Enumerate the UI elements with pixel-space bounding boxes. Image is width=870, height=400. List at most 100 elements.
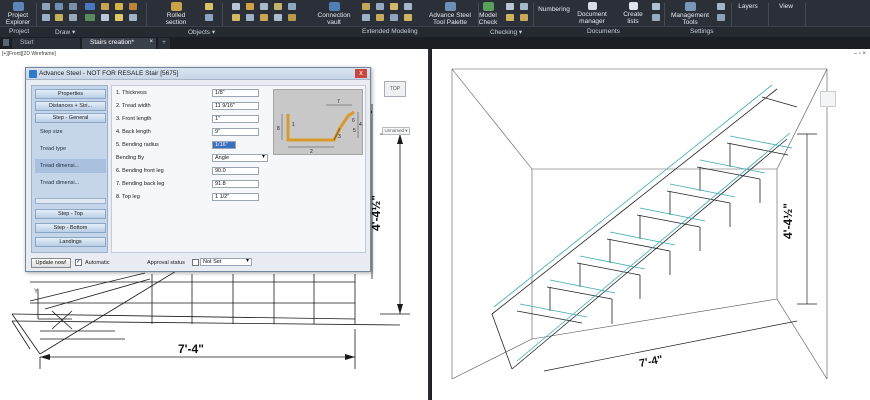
diagram-label-1: 1 <box>292 122 295 128</box>
model-check-button[interactable]: Model Check <box>477 2 499 26</box>
nav-tread-type[interactable]: Tread type <box>35 142 106 156</box>
contour-icon[interactable] <box>260 3 268 10</box>
dimension-icon[interactable] <box>274 14 282 21</box>
hole-icon[interactable] <box>232 14 240 21</box>
panel-label-draw[interactable]: Draw ▾ <box>55 28 75 36</box>
automatic-checkbox[interactable]: ✓ <box>75 259 82 266</box>
bending-by-select[interactable]: Angle <box>212 154 268 162</box>
bending-back-leg-input[interactable]: 91.8 <box>212 180 259 188</box>
spiral-stair-icon[interactable] <box>404 14 412 21</box>
truss-icon[interactable] <box>404 3 412 10</box>
settings-icon[interactable] <box>717 3 725 10</box>
numbering-button[interactable]: Numbering <box>537 6 571 13</box>
close-icon[interactable]: x <box>355 69 367 78</box>
hatch-icon[interactable] <box>55 14 63 21</box>
viewport-window-controls[interactable]: – ▫ × <box>854 51 866 57</box>
tool-palette-button[interactable]: Advance Steel Tool Palette <box>424 2 476 26</box>
tread-width-input[interactable]: 11 9/16" <box>212 102 259 110</box>
defaults-icon[interactable] <box>717 14 725 21</box>
polyline-icon[interactable] <box>55 3 63 10</box>
document-manager-button[interactable]: Document manager <box>575 2 609 25</box>
document-tab-bar: Start Stairs creation* × + <box>0 37 870 49</box>
weld-icon[interactable] <box>115 14 123 21</box>
new-tab-button[interactable]: + <box>158 38 170 49</box>
ucs-icon[interactable] <box>85 3 95 10</box>
bolt-icon[interactable] <box>101 14 109 21</box>
back-length-input[interactable]: 9" <box>212 128 259 136</box>
tab-stairs-creation[interactable]: Stairs creation* × <box>82 38 156 49</box>
connection-icon[interactable] <box>288 14 296 21</box>
anchor-icon[interactable] <box>260 14 268 21</box>
grid-icon[interactable] <box>85 14 95 21</box>
audit-icon[interactable] <box>506 14 514 21</box>
connection-vault-button[interactable]: Connection vault <box>312 2 356 26</box>
arc-icon[interactable] <box>69 3 77 10</box>
panel-label-objects[interactable]: Objects ▾ <box>188 28 215 36</box>
tab-close-icon[interactable]: × <box>149 39 153 45</box>
viewcube-3d-icon[interactable] <box>820 91 836 107</box>
stair-icon[interactable] <box>362 3 370 10</box>
nav-step-general[interactable]: Step - General <box>35 113 106 123</box>
search-icon[interactable] <box>520 3 528 10</box>
left-height-dimension[interactable]: 4'-4½" <box>369 195 383 231</box>
bending-radius-input[interactable]: 1/16" <box>212 141 236 149</box>
nav-distances[interactable]: Distances + Stri... <box>35 101 106 111</box>
tab-start[interactable]: Start <box>12 38 80 49</box>
bracing-icon[interactable] <box>376 14 384 21</box>
tab-menu-icon[interactable] <box>3 39 9 46</box>
dialog-title-bar[interactable]: Advance Steel - NOT FOR RESALE Stair [56… <box>26 68 370 80</box>
grating-icon[interactable] <box>129 14 137 21</box>
plate-icon[interactable] <box>129 3 137 10</box>
field-label-tread-width: 2. Tread width <box>116 103 151 109</box>
nav-properties[interactable]: Properties <box>35 89 106 99</box>
nav-scrollbar[interactable] <box>35 198 106 204</box>
view-button[interactable]: View <box>775 3 797 10</box>
beam-icon[interactable] <box>101 3 109 10</box>
update-now-button[interactable]: Update now! <box>31 258 71 268</box>
miter-icon[interactable] <box>246 3 254 10</box>
approval-status-select[interactable]: Not Set <box>200 258 252 266</box>
nav-step-top[interactable]: Step - Top <box>35 209 106 219</box>
frame-icon[interactable] <box>362 14 370 21</box>
layers-button[interactable]: Layers <box>737 3 759 10</box>
viewport-title[interactable]: [+][Front][2D Wireframe] <box>2 51 56 57</box>
create-lists-button[interactable]: Create lists <box>621 2 645 25</box>
clash-check-icon[interactable] <box>506 3 514 10</box>
panel-label-checking[interactable]: Checking ▾ <box>490 28 522 36</box>
circle-icon[interactable] <box>42 14 50 21</box>
special-part-icon[interactable] <box>205 14 213 21</box>
marker-icon[interactable] <box>520 14 528 21</box>
drawing-process-icon[interactable] <box>652 14 660 21</box>
left-width-dimension[interactable]: 7'-4" <box>178 342 204 356</box>
rectangle-icon[interactable] <box>69 14 77 21</box>
front-length-input[interactable]: 1" <box>212 115 259 123</box>
management-tools-button[interactable]: Management Tools <box>668 2 712 26</box>
shorten-icon[interactable] <box>274 3 282 10</box>
top-leg-input[interactable]: 1 1/2" <box>212 193 259 201</box>
nav-tread-dimensions-1[interactable]: Tread dimensi... <box>35 159 106 173</box>
line-icon[interactable] <box>42 3 50 10</box>
nav-tread-dimensions-2[interactable]: Tread dimensi... <box>35 176 106 190</box>
folded-plate-icon[interactable] <box>205 3 213 10</box>
rolled-section-button[interactable]: Rolled section <box>152 2 200 26</box>
railing-icon[interactable] <box>376 3 384 10</box>
split-icon[interactable] <box>288 3 296 10</box>
cut-icon[interactable] <box>232 3 240 10</box>
nav-step-size[interactable]: Step size <box>35 125 106 139</box>
purlin-icon[interactable] <box>390 14 398 21</box>
right-viewport[interactable]: – ▫ × 4'-4½" 7'-4" <box>432 49 870 400</box>
project-explorer-button[interactable]: Project Explorer <box>4 2 32 26</box>
cage-ladder-icon[interactable] <box>390 3 398 10</box>
right-height-dimension[interactable]: 4'-4½" <box>781 203 795 239</box>
nav-landings[interactable]: Landings <box>35 237 106 247</box>
bending-front-leg-input[interactable]: 90.0 <box>212 167 259 175</box>
drawing-style-icon[interactable] <box>652 3 660 10</box>
thickness-input[interactable]: 1/8" <box>212 89 259 97</box>
right-width-dimension[interactable]: 7'-4" <box>638 354 664 370</box>
viewcube-top[interactable]: TOP <box>384 81 406 97</box>
nav-step-bottom[interactable]: Step - Bottom <box>35 223 106 233</box>
shear-stud-icon[interactable] <box>246 14 254 21</box>
ucs-dropdown[interactable]: Unnamed ▾ <box>382 127 410 135</box>
field-label-front-length: 3. Front length <box>116 116 152 122</box>
column-icon[interactable] <box>115 3 123 10</box>
